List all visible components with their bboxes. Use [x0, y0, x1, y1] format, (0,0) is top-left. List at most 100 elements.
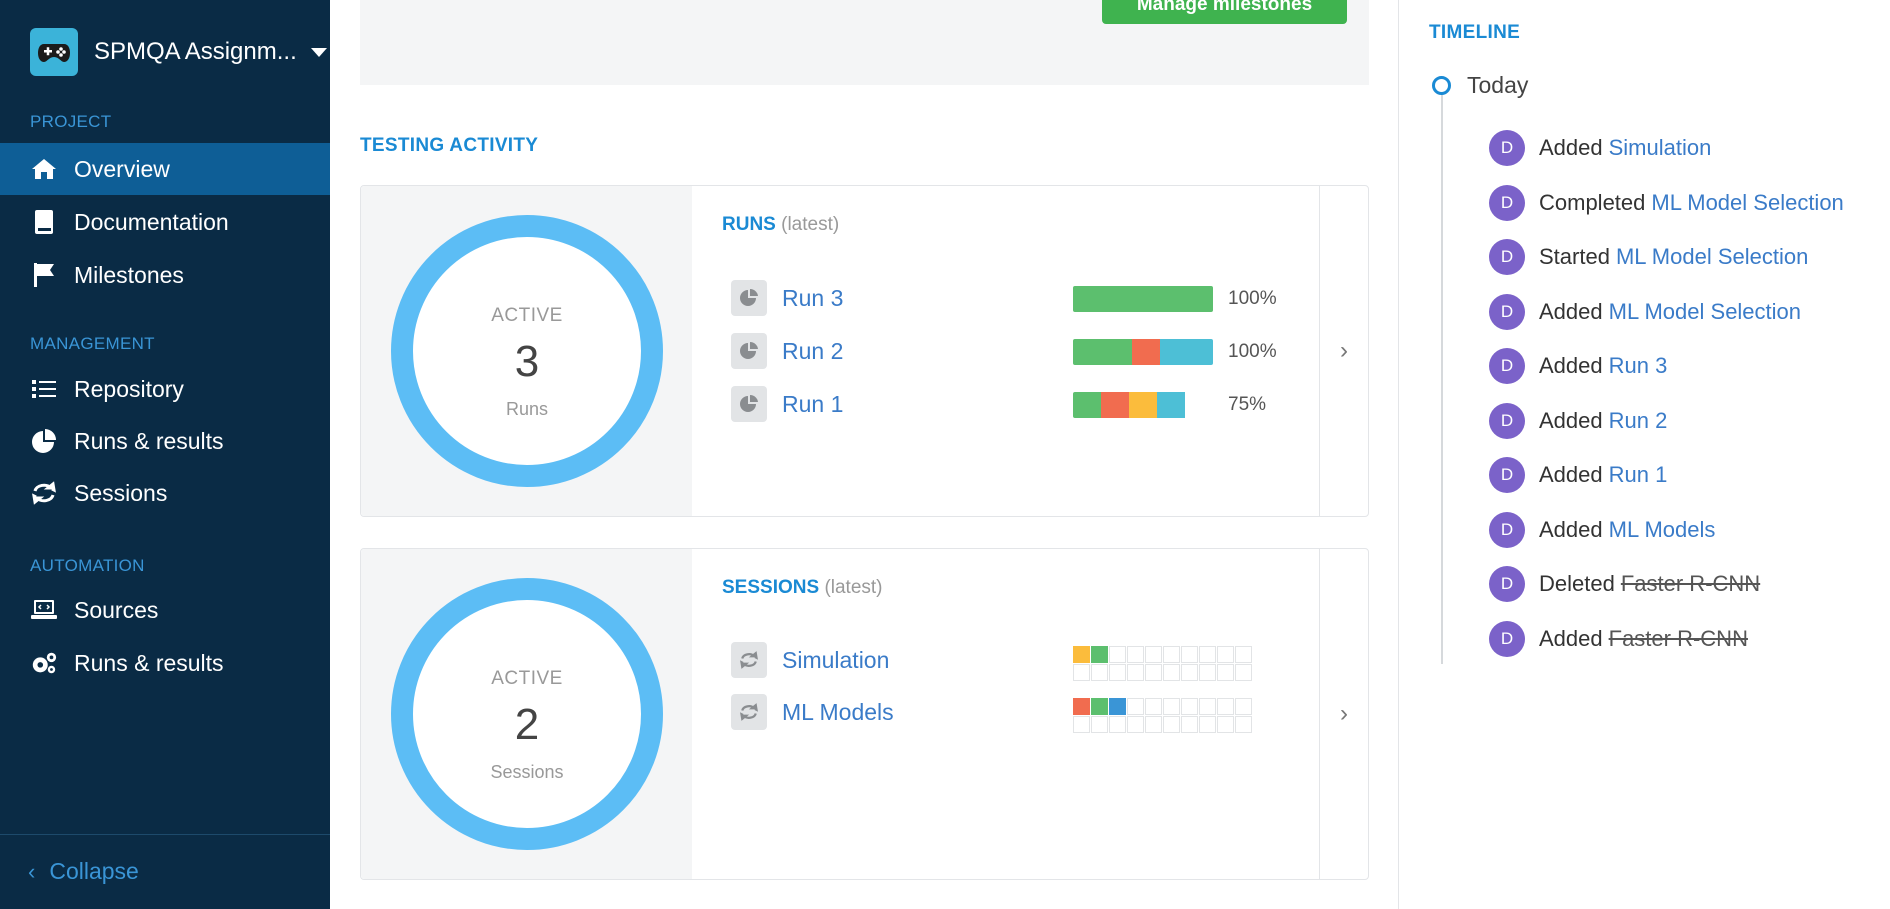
progress-segment: [1159, 339, 1213, 365]
timeline-event: D Started ML Model Selection: [1489, 239, 1808, 275]
run-percent: 100%: [1228, 341, 1277, 362]
timeline-event-verb: Completed: [1539, 189, 1646, 215]
timeline-event-target[interactable]: Run 2: [1609, 408, 1668, 434]
result-cell: [1145, 646, 1162, 663]
timeline-event-target[interactable]: ML Model Selection: [1609, 299, 1801, 325]
session-link[interactable]: Simulation: [782, 647, 889, 674]
progress-segment: [1131, 339, 1160, 365]
nav-item-label: Runs & results: [74, 427, 224, 454]
run-progress-bar: [1073, 392, 1213, 418]
sessions-card-title: SESSIONS (latest): [722, 577, 883, 599]
book-icon: [30, 208, 58, 236]
timeline-event-verb: Started: [1539, 244, 1610, 269]
run-row: Run 2 100%: [731, 333, 1291, 369]
runs-donut: ACTIVE 3 Runs: [391, 215, 663, 487]
nav-item-label: Repository: [74, 375, 184, 402]
result-cell: [1199, 716, 1216, 733]
runs-card-title: RUNS (latest): [722, 214, 839, 236]
result-cell: [1073, 646, 1090, 663]
user-avatar: D: [1489, 402, 1525, 439]
timeline-event-target: Faster R-CNN: [1620, 571, 1761, 596]
timeline-event-target[interactable]: ML Model Selection: [1616, 244, 1808, 270]
result-cell: [1181, 716, 1198, 733]
timeline-title: TIMELINE: [1429, 22, 1521, 43]
result-cell: [1091, 716, 1108, 733]
chevron-left-icon: ‹: [28, 858, 36, 884]
nav-item-sessions[interactable]: Sessions: [0, 467, 330, 519]
result-cell: [1109, 698, 1126, 715]
result-cell: [1199, 664, 1216, 681]
nav-item-documentation[interactable]: Documentation: [0, 196, 330, 248]
nav-item-runs-results[interactable]: Runs & results: [0, 415, 330, 467]
timeline-event-target[interactable]: Run 1: [1609, 462, 1668, 488]
result-cell: [1091, 646, 1108, 663]
manage-milestones-button[interactable]: Manage milestones: [1102, 0, 1347, 24]
sync-icon: [731, 694, 767, 730]
run-link[interactable]: Run 3: [782, 285, 843, 312]
timeline-event-verb: Added: [1539, 462, 1603, 487]
pie-chart-icon: [30, 427, 58, 455]
timeline-event-verb: Added: [1539, 353, 1603, 378]
result-cell: [1217, 664, 1234, 681]
session-link[interactable]: ML Models: [782, 699, 894, 726]
user-avatar: D: [1489, 457, 1525, 493]
gears-icon: [30, 649, 58, 677]
project-switcher[interactable]: SPMQA Assignm...: [30, 28, 327, 76]
sessions-title: SESSIONS: [722, 577, 820, 598]
timeline-event-target[interactable]: ML Models: [1609, 517, 1716, 543]
section-label-project: PROJECT: [30, 112, 112, 131]
timeline-event-target[interactable]: ML Model Selection: [1651, 190, 1843, 216]
timeline-event: D Added ML Model Selection: [1489, 293, 1801, 330]
nav-item-automation-runs-results[interactable]: Runs & results: [0, 637, 330, 689]
result-cell: [1145, 698, 1162, 715]
caret-down-icon: [310, 47, 327, 57]
chevron-right-icon: ›: [1340, 337, 1348, 364]
laptop-code-icon: [30, 596, 58, 624]
nav-item-label: Sources: [74, 596, 159, 623]
timeline-event: D Completed ML Model Selection: [1489, 184, 1844, 221]
nav-item-repository[interactable]: Repository: [0, 363, 330, 415]
project-name: SPMQA Assignm...: [94, 38, 297, 65]
result-cell: [1199, 646, 1216, 663]
nav-item-overview[interactable]: Overview: [0, 143, 330, 195]
sessions-card: ACTIVE 2 Sessions SESSIONS (latest) Simu…: [360, 548, 1369, 880]
sessions-qualifier: (latest): [824, 577, 883, 598]
result-cell: [1217, 646, 1234, 663]
active-runs-unit: Runs: [505, 399, 549, 419]
section-label-management: MANAGEMENT: [30, 334, 155, 353]
runs-title: RUNS: [722, 214, 776, 235]
sessions-more-button[interactable]: ›: [1319, 549, 1368, 879]
timeline-event-target[interactable]: Simulation: [1609, 135, 1712, 161]
active-sessions-count: 2: [514, 700, 540, 749]
nav-item-milestones[interactable]: Milestones: [0, 249, 330, 301]
result-cell: [1163, 698, 1180, 715]
home-icon: [30, 155, 58, 183]
nav-item-sources[interactable]: Sources: [0, 584, 330, 636]
run-link[interactable]: Run 1: [782, 391, 843, 418]
user-avatar: D: [1489, 566, 1525, 602]
milestones-panel: Manage milestones: [360, 0, 1369, 85]
progress-segment: [1073, 392, 1101, 418]
collapse-button[interactable]: ‹ Collapse: [28, 858, 139, 885]
result-cell: [1127, 716, 1144, 733]
timeline-event-verb: Added: [1539, 516, 1603, 542]
runs-qualifier: (latest): [781, 214, 840, 235]
result-cell: [1163, 664, 1180, 681]
chevron-right-icon: ›: [1340, 700, 1348, 727]
result-cell: [1091, 698, 1108, 715]
progress-segment: [1129, 392, 1157, 418]
run-link[interactable]: Run 2: [782, 338, 843, 365]
timeline-event-target[interactable]: Run 3: [1609, 353, 1668, 379]
runs-more-button[interactable]: ›: [1319, 186, 1368, 516]
user-avatar: D: [1489, 184, 1525, 221]
timeline-today: Today: [1467, 72, 1529, 98]
result-cell: [1235, 716, 1252, 733]
active-label: ACTIVE: [491, 668, 563, 689]
result-cell: [1109, 646, 1126, 663]
result-cell: [1127, 698, 1144, 715]
run-progress-bar: [1073, 339, 1213, 365]
list-icon: [30, 375, 58, 403]
result-cell: [1091, 664, 1108, 681]
user-avatar: D: [1489, 348, 1525, 384]
timeline-event-verb: Added: [1539, 135, 1603, 160]
